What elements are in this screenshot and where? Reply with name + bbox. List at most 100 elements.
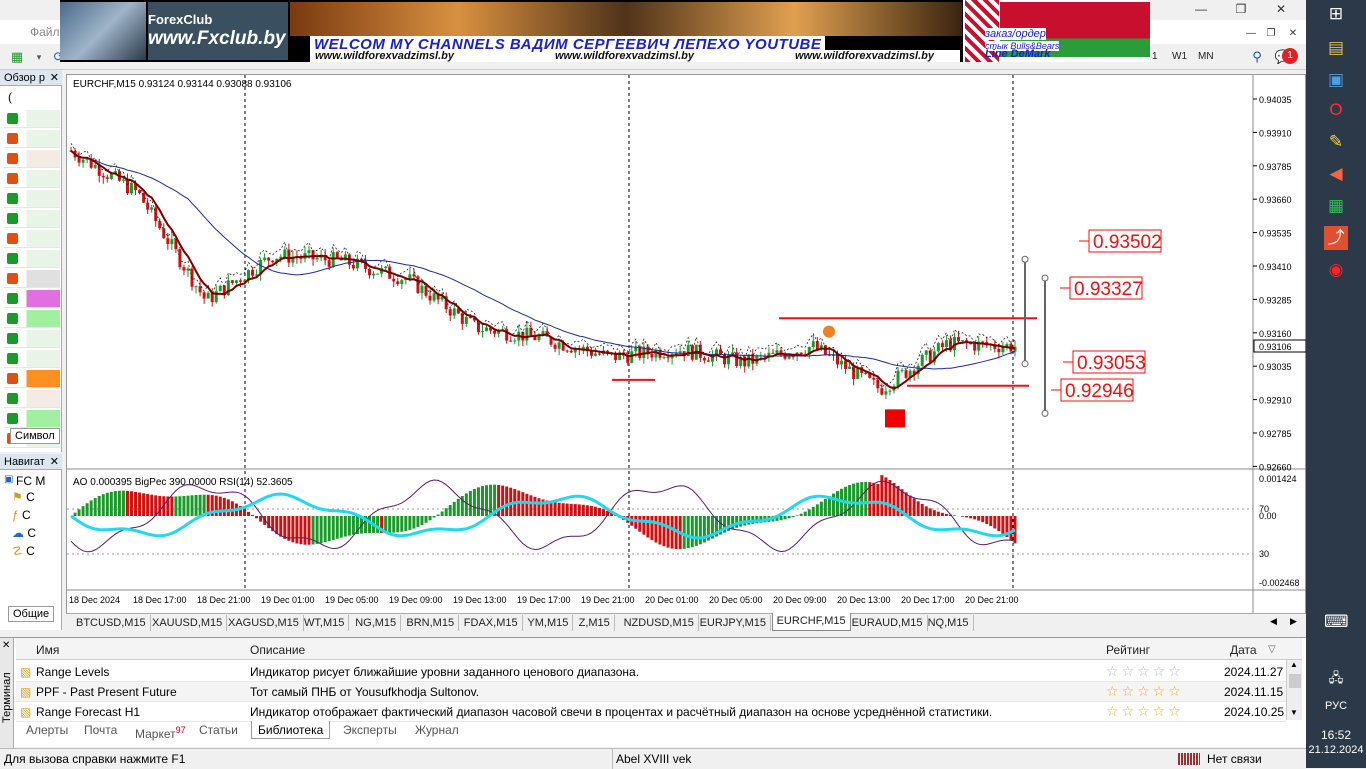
market-watch-row[interactable] — [4, 390, 60, 408]
paint-icon[interactable]: ✎ — [1324, 130, 1348, 154]
arrow-down-icon — [7, 233, 18, 244]
new-chart-icon[interactable]: ▦ — [8, 48, 26, 66]
library-row[interactable]: ▧PPF - Past Present FutureТот самый ПНБ … — [16, 682, 1286, 702]
terminal-tab[interactable]: Эксперты — [337, 721, 403, 739]
chart-tab[interactable]: WT,M15 — [300, 615, 349, 631]
mt4-icon[interactable]: ⤴ — [1324, 226, 1348, 250]
price-chart[interactable]: EURCHF,M15 0.93124 0.93144 0.93088 0.931… — [67, 75, 1307, 615]
terminal-tab[interactable]: Маркет97 — [129, 721, 192, 739]
explorer-icon[interactable]: ▤ — [1324, 36, 1348, 60]
keyboard-icon[interactable]: ⌨ — [1324, 610, 1348, 634]
chart-window[interactable]: EURCHF,M15 0.93124 0.93144 0.93088 0.931… — [66, 74, 1306, 614]
start-icon[interactable]: ⊞ — [1324, 2, 1348, 26]
market-watch-row[interactable] — [4, 290, 60, 308]
chart-tab[interactable]: NQ,M15 — [924, 615, 974, 631]
tf-mn[interactable]: MN — [1198, 51, 1214, 62]
restore-icon[interactable]: ❐ — [1226, 2, 1256, 16]
market-watch-row[interactable] — [4, 230, 60, 248]
chart-tab[interactable]: XAGUSD,M15 — [224, 615, 304, 631]
chart-tab[interactable]: YM,M15 — [523, 615, 573, 631]
chart-tab[interactable]: BTCUSD,M15 — [72, 615, 151, 631]
language-indicator[interactable]: РУС — [1306, 700, 1366, 712]
tab-symbols[interactable]: Символ — [10, 428, 60, 444]
chart-tab[interactable]: EURCHF,M15 — [772, 613, 851, 631]
advert-banner[interactable]: ForexClub www.Fxclub.by WELCOM MY CHANNE… — [60, 0, 1150, 62]
market-watch-row[interactable] — [4, 370, 60, 388]
scroll-thumb[interactable] — [1289, 674, 1301, 688]
chart-tab[interactable]: XAUUSD,M15 — [148, 615, 227, 631]
minimize-icon[interactable]: — — [1186, 2, 1216, 16]
terminal-tab[interactable]: Журнал — [409, 721, 465, 739]
chart-tab[interactable]: NZDUSD,M15 — [620, 615, 699, 631]
candle-bull — [195, 286, 198, 287]
market-watch-row[interactable] — [4, 110, 60, 128]
library-row[interactable]: ▧Range LevelsИндикатор рисует ближайшие … — [16, 662, 1286, 682]
market-watch-row[interactable] — [4, 210, 60, 228]
col-rating[interactable]: Рейтинг — [1106, 640, 1150, 660]
close-icon[interactable]: ✕ — [50, 70, 59, 86]
nav-item-accounts[interactable]: ⚑ С — [12, 490, 72, 504]
record-icon[interactable]: ◉ — [1324, 258, 1348, 282]
market-watch-row[interactable] — [4, 130, 60, 148]
chart-tab[interactable]: EURAUD,M15 — [848, 615, 928, 631]
tf-w1[interactable]: W1 — [1172, 51, 1187, 62]
library-row[interactable]: ▧Range Forecast H1Индикатор отображает ф… — [16, 702, 1286, 722]
col-date[interactable]: Дата — [1230, 640, 1257, 660]
tf-m1[interactable]: 1 — [1152, 51, 1158, 62]
market-watch-row[interactable] — [4, 350, 60, 368]
child-close-icon[interactable]: ✕ — [1278, 28, 1308, 39]
terminal-tab[interactable]: Статьи — [193, 721, 244, 739]
market-watch-row[interactable] — [4, 150, 60, 168]
dropdown-icon[interactable]: ▾ — [30, 48, 48, 66]
time-tick-label: 19 Dec 13:00 — [453, 595, 507, 605]
chart-tab[interactable]: NG,M15 — [351, 615, 401, 631]
menu-file[interactable]: Файл — [30, 25, 60, 39]
candle-bull — [465, 317, 468, 324]
ao-bar — [481, 486, 484, 516]
library-scrollbar[interactable]: ▲ ▼ — [1286, 660, 1302, 720]
close-icon[interactable]: ✕ — [1266, 2, 1296, 16]
nav-item-scripts[interactable]: ☡ С — [12, 544, 72, 558]
market-watch-row[interactable] — [4, 330, 60, 348]
tab-common[interactable]: Общие — [8, 606, 54, 622]
clock-time[interactable]: 16:52 — [1306, 728, 1366, 742]
scroll-up-icon[interactable]: ▲ — [1290, 660, 1298, 669]
calculator-icon[interactable]: ▦ — [1324, 194, 1348, 218]
media-icon[interactable]: ◀ — [1324, 162, 1348, 186]
terminal-tab[interactable]: Почта — [78, 721, 123, 739]
close-icon[interactable]: ✕ — [50, 454, 59, 470]
chart-tab[interactable]: Z,M15 — [575, 615, 615, 631]
search-icon[interactable]: ⚲ — [1248, 48, 1266, 66]
clock-date[interactable]: 21.12.2024 — [1306, 744, 1366, 756]
tab-scroll-right-icon[interactable]: ▶ — [1290, 616, 1297, 627]
status-profile[interactable]: Abel XVIII vek — [616, 752, 691, 766]
app-icon[interactable]: ▣ — [1324, 68, 1348, 92]
scroll-down-icon[interactable]: ▼ — [1290, 708, 1298, 717]
rating-stars-icon: ☆☆☆☆☆ — [1106, 703, 1184, 720]
nav-item-indicators[interactable]: ƒ С — [12, 508, 72, 522]
market-watch-row[interactable] — [4, 410, 60, 428]
col-description[interactable]: Описание — [250, 640, 305, 660]
opera-icon[interactable]: O — [1324, 98, 1348, 122]
chart-tab[interactable]: BRN,M15 — [402, 615, 459, 631]
status-connection[interactable]: Нет связи — [1207, 752, 1262, 766]
col-name[interactable]: Имя — [36, 640, 59, 660]
tab-scroll-left-icon[interactable]: ◀ — [1270, 616, 1277, 627]
terminal-tab-label: Почта — [84, 723, 117, 737]
nav-item-experts[interactable]: ☁ С — [12, 526, 72, 540]
time-tick-label: 18 Dec 17:00 — [133, 595, 187, 605]
market-watch-row[interactable] — [4, 270, 60, 288]
notification-badge[interactable]: 1 — [1282, 48, 1298, 64]
terminal-tab[interactable]: Алерты — [20, 721, 74, 739]
navigator-root[interactable]: FC M — [16, 474, 45, 488]
market-watch-row[interactable] — [4, 170, 60, 188]
market-watch-row[interactable] — [4, 250, 60, 268]
market-watch-row[interactable] — [4, 310, 60, 328]
market-watch-row[interactable] — [4, 190, 60, 208]
chart-tab[interactable]: FDAX,M15 — [460, 615, 523, 631]
sort-icon[interactable]: ▽ — [1268, 640, 1276, 660]
network-icon[interactable]: 🖧 — [1324, 666, 1348, 690]
terminal-tab[interactable]: Библиотека — [251, 721, 330, 739]
ao-bar — [158, 496, 161, 516]
chart-tab[interactable]: EURJPY,M15 — [696, 615, 771, 631]
